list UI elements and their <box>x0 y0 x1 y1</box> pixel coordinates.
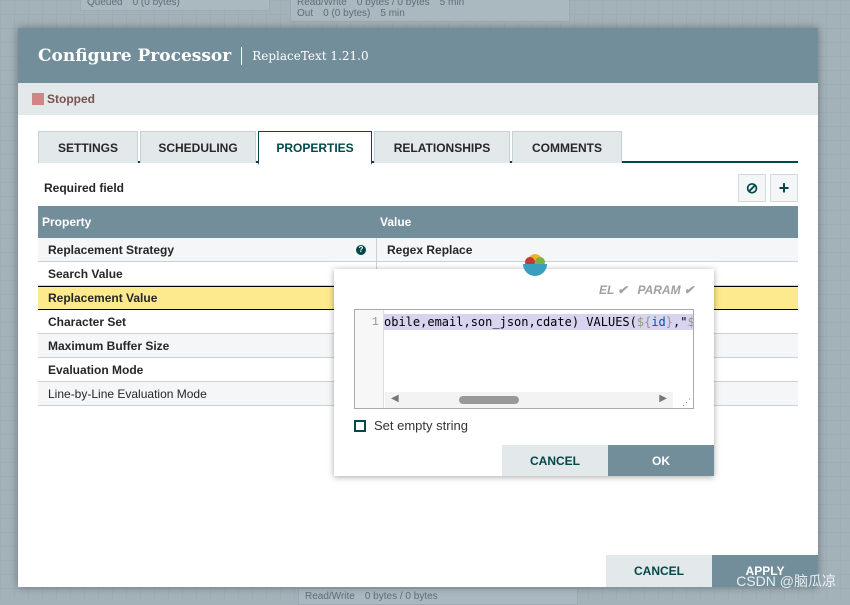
property-name: Evaluation Mode <box>48 362 144 377</box>
bg-label: Out <box>297 8 314 19</box>
value-column-header: Value <box>380 215 412 229</box>
code-editor[interactable]: 1 obile,email,son_json,cdate) VALUES(${i… <box>354 309 694 409</box>
param-flag: PARAM ✔ <box>637 283 694 297</box>
status-bar: Stopped <box>18 83 818 115</box>
tab-scheduling[interactable]: SCHEDULING <box>140 131 256 163</box>
el-label: EL <box>598 283 615 297</box>
watermark: CSDN @脑瓜凉 <box>736 573 836 589</box>
tab-relationships[interactable]: RELATIONSHIPS <box>374 131 510 163</box>
resize-handle-icon[interactable]: ⋰ <box>682 397 691 408</box>
help-icon[interactable]: ? <box>356 244 366 255</box>
property-name: Line-by-Line Evaluation Mode <box>48 386 207 401</box>
property-column-header: Property <box>42 215 92 229</box>
check-icon: ✔ <box>683 283 694 297</box>
cancel-button[interactable]: CANCEL <box>606 555 712 587</box>
param-label: PARAM <box>637 283 681 297</box>
code-line[interactable]: obile,email,son_json,cdate) VALUES(${id}… <box>384 314 693 330</box>
add-property-button[interactable]: + <box>770 174 798 202</box>
code-text: ," <box>673 315 688 329</box>
code-text: ${ <box>687 315 693 329</box>
scroll-left-icon[interactable]: ◀ <box>391 393 399 404</box>
bg-label: Read/Write <box>305 591 355 602</box>
property-name: Character Set <box>48 314 127 329</box>
bg-label: Read/Write <box>297 0 347 8</box>
set-empty-string-checkbox[interactable]: Set empty string <box>354 418 468 433</box>
support-flags: EL ✔ PARAM ✔ <box>589 283 694 297</box>
line-number: 1 <box>355 310 384 408</box>
bg-processor: Read/Write 0 bytes / 0 bytes <box>298 588 578 605</box>
verify-button[interactable]: ⊘ <box>738 174 766 202</box>
check-circle-icon: ⊘ <box>745 180 759 197</box>
editor-cancel-button[interactable]: CANCEL <box>502 445 608 476</box>
tab-settings[interactable]: SETTINGS <box>38 131 138 163</box>
horizontal-scrollbar[interactable]: ◀ ▶ <box>385 392 673 408</box>
table-header: Property Value <box>38 206 798 238</box>
bg-value: 0 (0 bytes) <box>132 0 180 8</box>
fruit-bowl-icon <box>523 254 547 276</box>
editor-ok-button[interactable]: OK <box>608 445 714 476</box>
dialog-header: Configure Processor ReplaceText 1.21.0 <box>18 28 818 83</box>
table-row[interactable]: Replacement Strategy? Regex Replace <box>38 238 798 262</box>
status-text: Stopped <box>47 92 95 106</box>
dialog-title: Configure Processor <box>38 45 232 66</box>
check-icon: ✔ <box>617 283 628 297</box>
bg-processor: Queued 0 (0 bytes) <box>80 0 270 11</box>
bg-time: 5 min <box>439 0 465 8</box>
bg-processor: Read/Write 0 bytes / 0 bytes 5 min Out 0 (0 … <box>290 0 570 22</box>
code-text: } <box>665 315 674 329</box>
stopped-icon <box>32 93 44 105</box>
code-text: ${ <box>636 315 652 329</box>
plus-icon: + <box>778 177 790 198</box>
tab-comments[interactable]: COMMENTS <box>512 131 622 163</box>
property-value-editor: EL ✔ PARAM ✔ 1 obile,email,son_json,cdate… <box>334 269 714 476</box>
divider <box>241 46 243 65</box>
scroll-right-icon[interactable]: ▶ <box>659 393 667 404</box>
bg-value: 0 bytes / 0 bytes <box>356 0 430 8</box>
property-name: Maximum Buffer Size <box>48 338 170 353</box>
code-text: obile,email,son_json,cdate) VALUES( <box>384 315 637 329</box>
bg-label: Queued <box>87 0 123 8</box>
tab-properties[interactable]: PROPERTIES <box>258 131 372 165</box>
checkbox[interactable] <box>354 419 366 432</box>
bg-value: 0 bytes / 0 bytes <box>364 591 438 602</box>
el-flag: EL ✔ <box>599 283 628 297</box>
property-name: Replacement Value <box>48 291 158 305</box>
bg-time: 5 min <box>380 8 405 19</box>
code-text: id <box>651 315 666 329</box>
tab-bar: SETTINGS SCHEDULING PROPERTIES RELATIONS… <box>38 131 798 165</box>
required-field-label: Required field <box>44 181 125 195</box>
bg-value: 0 (0 bytes) <box>323 8 371 19</box>
dialog-subtitle: ReplaceText 1.21.0 <box>252 48 369 63</box>
checkbox-label: Set empty string <box>374 418 468 433</box>
property-name: Search Value <box>48 266 123 281</box>
scrollbar-thumb[interactable] <box>459 396 519 404</box>
property-name: Replacement Strategy <box>48 242 175 257</box>
